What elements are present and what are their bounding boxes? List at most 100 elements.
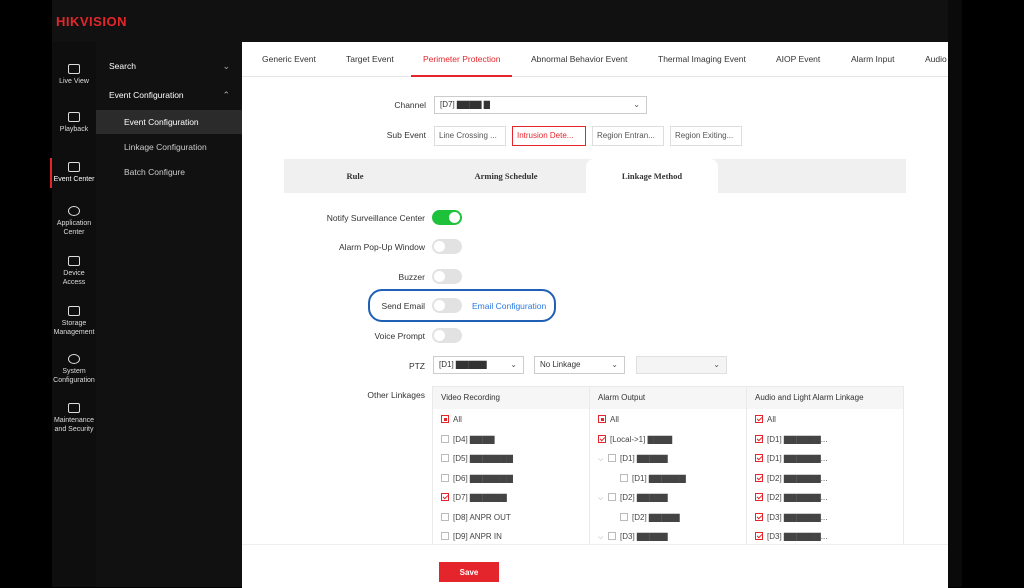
email-toggle[interactable] [432, 298, 462, 313]
subevent-region-entrance[interactable]: Region Entran... [592, 126, 664, 146]
subevent-line-crossing[interactable]: Line Crossing ... [434, 126, 506, 146]
checkbox[interactable] [441, 493, 449, 501]
checkbox-label: All [453, 415, 462, 424]
main-content: Generic Event Target Event Perimeter Pro… [242, 42, 948, 588]
device-icon [68, 256, 80, 266]
checkbox[interactable] [755, 473, 763, 482]
checkbox[interactable] [441, 454, 449, 462]
expand-arrow-icon[interactable]: ⌵ [598, 451, 608, 469]
checkbox[interactable] [620, 473, 628, 482]
chevron-down-icon: ⌄ [510, 360, 517, 369]
checkbox-row[interactable]: All [755, 411, 776, 429]
tab-thermal-imaging-event[interactable]: Thermal Imaging Event [658, 42, 746, 76]
checkbox-row[interactable]: All [441, 411, 462, 429]
alarm-output-header: Alarm Output [590, 387, 746, 409]
rail-label: Live View [59, 78, 89, 85]
app-icon [68, 206, 80, 216]
tab-audio[interactable]: Audio [925, 42, 947, 76]
checkbox[interactable] [598, 415, 606, 423]
tab-alarm-input[interactable]: Alarm Input [851, 42, 894, 76]
save-button[interactable]: Save [439, 562, 499, 582]
tab-linkage-method[interactable]: Linkage Method [586, 159, 718, 193]
subevent-region-exiting[interactable]: Region Exiting... [670, 126, 742, 146]
subnav-search[interactable]: Search ⌄ [96, 54, 242, 78]
footer-bar: Save [242, 544, 948, 588]
notify-toggle[interactable] [432, 210, 462, 225]
voice-toggle[interactable] [432, 328, 462, 343]
rail-live-view[interactable]: Live View [52, 64, 96, 86]
email-configuration-link[interactable]: Email Configuration [472, 301, 546, 311]
rail-storage-management[interactable]: Storage Management [52, 306, 96, 337]
checkbox-row[interactable]: [D1] ▇▇▇▇▇▇... [755, 431, 827, 449]
popup-toggle[interactable] [432, 239, 462, 254]
channel-select[interactable]: [D7] ▇▇▇▇ ▇ ⌄ [434, 96, 647, 114]
rail-label: Application Center [56, 220, 92, 236]
checkbox[interactable] [441, 532, 449, 540]
checkbox[interactable] [598, 434, 606, 443]
checkbox[interactable] [441, 415, 449, 423]
checkbox[interactable] [608, 493, 616, 501]
tab-perimeter-protection[interactable]: Perimeter Protection [410, 42, 514, 77]
checkbox[interactable] [620, 512, 628, 521]
checkbox[interactable] [755, 454, 763, 462]
checkbox[interactable] [755, 512, 763, 521]
checkbox-row[interactable]: [D4] ▇▇▇▇ [441, 431, 495, 449]
tab-target-event[interactable]: Target Event [346, 42, 394, 76]
subnav-item-event-configuration[interactable]: Event Configuration [96, 110, 242, 134]
checkbox-row[interactable]: [D2] ▇▇▇▇▇▇... [755, 489, 827, 507]
rail-playback[interactable]: Playback [52, 112, 96, 134]
tab-generic-event[interactable]: Generic Event [262, 42, 316, 76]
checkbox[interactable] [608, 454, 616, 462]
storage-icon [68, 306, 80, 316]
rail-event-center[interactable]: Event Center [50, 158, 96, 188]
checkbox-row[interactable]: [D6] ▇▇▇▇▇▇▇ [441, 470, 513, 488]
checkbox[interactable] [755, 415, 763, 423]
rail-maintenance-security[interactable]: Maintenance and Security [52, 403, 96, 434]
checkbox-row[interactable]: ⌵ [D3] ▇▇▇▇▇ [598, 528, 668, 544]
checkbox[interactable] [441, 434, 449, 443]
subnav-item-batch-configure[interactable]: Batch Configure [96, 160, 242, 184]
checkbox-row[interactable]: [D5] ▇▇▇▇▇▇▇ [441, 450, 513, 468]
expand-arrow-icon[interactable]: ⌵ [598, 529, 608, 544]
rail-application-center[interactable]: Application Center [52, 206, 96, 237]
checkbox-row[interactable]: [D1] ▇▇▇▇▇▇ [620, 470, 686, 488]
checkbox-row[interactable]: [D1] ▇▇▇▇▇▇... [755, 450, 827, 468]
settings-tabs: Rule Arming Schedule Linkage Method [284, 159, 906, 193]
ptz-channel-select[interactable]: [D1] ▇▇▇▇▇ ⌄ [433, 356, 524, 374]
tab-aiop-event[interactable]: AIOP Event [776, 42, 820, 76]
checkbox-row[interactable]: [D3] ▇▇▇▇▇▇... [755, 528, 827, 544]
checkbox-row[interactable]: [D2] ▇▇▇▇▇ [620, 509, 680, 527]
tab-arming-schedule[interactable]: Arming Schedule [426, 159, 586, 193]
checkbox-row[interactable]: [D3] ▇▇▇▇▇▇... [755, 509, 827, 527]
checkbox-label: All [610, 415, 619, 424]
checkbox[interactable] [755, 493, 763, 501]
checkbox-row[interactable]: ⌵ [D2] ▇▇▇▇▇ [598, 489, 668, 507]
checkbox[interactable] [441, 473, 449, 482]
subnav-event-configuration-group[interactable]: Event Configuration ⌃ [96, 83, 242, 107]
checkbox[interactable] [755, 434, 763, 443]
checkbox-row[interactable]: ⌵ [D1] ▇▇▇▇▇ [598, 450, 668, 468]
video-recording-column: Video Recording All [D4] ▇▇▇▇ [D5] ▇▇▇▇▇▇▇… [433, 387, 590, 544]
ptz-linkage-select[interactable]: No Linkage ⌄ [534, 356, 625, 374]
checkbox-row[interactable]: All [598, 411, 619, 429]
checkbox-row[interactable]: [D7] ▇▇▇▇▇▇ [441, 489, 507, 507]
checkbox-row[interactable]: [D8] ANPR OUT [441, 509, 511, 527]
ptz-preset-select[interactable]: ⌄ [636, 356, 727, 374]
subnav-item-linkage-configuration[interactable]: Linkage Configuration [96, 135, 242, 159]
checkbox-row[interactable]: [Local->1] ▇▇▇▇ [598, 431, 672, 449]
buzzer-toggle[interactable] [432, 269, 462, 284]
rail-system-configuration[interactable]: System Configuration [52, 354, 96, 385]
checkbox[interactable] [441, 512, 449, 521]
expand-arrow-icon[interactable]: ⌵ [598, 490, 608, 508]
subevent-intrusion-detection[interactable]: Intrusion Dete... [512, 126, 586, 146]
checkbox-row[interactable]: [D2] ▇▇▇▇▇▇... [755, 470, 827, 488]
subnav-label: Event Configuration [124, 117, 199, 127]
checkbox-label: [D2] ▇▇▇▇▇▇... [767, 493, 828, 502]
checkbox[interactable] [608, 532, 616, 540]
checkbox-row[interactable]: [D9] ANPR IN [441, 528, 502, 544]
tab-abnormal-behavior-event[interactable]: Abnormal Behavior Event [531, 42, 627, 76]
tab-rule[interactable]: Rule [284, 159, 426, 193]
rail-device-access[interactable]: Device Access [52, 256, 96, 287]
checkbox-label: [D6] ▇▇▇▇▇▇▇ [453, 473, 513, 483]
checkbox[interactable] [755, 532, 763, 540]
